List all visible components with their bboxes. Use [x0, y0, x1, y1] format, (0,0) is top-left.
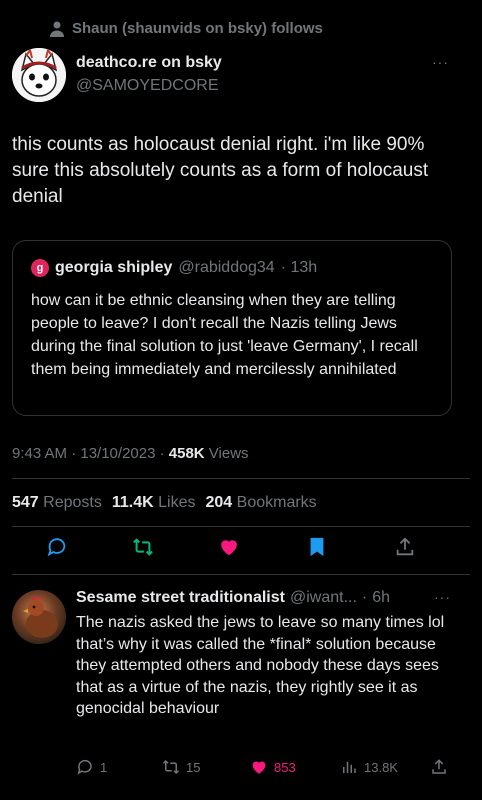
- reply-views-count: 13.8K: [364, 759, 398, 775]
- reply-time[interactable]: 6h: [372, 589, 390, 607]
- more-options-icon[interactable]: ···: [432, 54, 449, 70]
- reply-reposts-count: 15: [186, 759, 201, 775]
- person-icon: [50, 21, 64, 37]
- divider: [12, 526, 470, 527]
- reply-share-button[interactable]: [430, 758, 448, 776]
- reply-button[interactable]: [46, 536, 70, 560]
- repost-button[interactable]: [132, 536, 156, 560]
- heart-icon: [221, 540, 237, 556]
- rooster-avatar-icon: [23, 597, 58, 638]
- reply-reply-button[interactable]: 1: [76, 758, 107, 776]
- bookmarks-stat[interactable]: 204 Bookmarks: [205, 494, 316, 512]
- views-bar-icon: [343, 761, 356, 773]
- quoted-time: · 13h: [280, 259, 318, 276]
- reply-views-button[interactable]: 13.8K: [340, 758, 398, 776]
- reply-icon: [77, 759, 92, 775]
- repost-icon: [133, 538, 153, 556]
- views-count: 458K: [168, 445, 205, 462]
- tweet-stats: 547 Reposts 11.4K Likes 204 Bookmarks: [12, 494, 317, 512]
- reply-like-button[interactable]: 853: [250, 758, 296, 776]
- reposts-count: 547: [12, 494, 39, 511]
- tweet-text: this counts as holocaust denial right. i…: [12, 134, 429, 207]
- heart-icon: [252, 761, 266, 774]
- samoyed-avatar-icon: [12, 48, 66, 102]
- quoted-tweet[interactable]: g georgia shipley @rabiddog34 · 13h how …: [12, 240, 452, 416]
- share-icon: [396, 537, 414, 556]
- bookmarks-count: 204: [205, 494, 233, 511]
- reply-dot: ·: [361, 589, 368, 606]
- reply-actions: 1 15 853 13.8K: [0, 758, 482, 782]
- tweet-timestamp[interactable]: 9:43 AM · 13/10/2023 ·: [12, 445, 169, 462]
- bookmark-button[interactable]: [306, 536, 330, 560]
- reply-author-name[interactable]: Sesame street traditionalist: [76, 589, 285, 607]
- tweet-meta: 9:43 AM · 13/10/2023 · 458K Views: [12, 445, 249, 462]
- author-name[interactable]: deathco.re on bsky: [76, 54, 222, 72]
- author-handle[interactable]: @SAMOYEDCORE: [76, 77, 222, 95]
- repost-icon: [162, 759, 180, 775]
- views-label: Views: [204, 445, 249, 462]
- share-icon: [432, 759, 446, 774]
- quoted-avatar: g: [31, 259, 49, 277]
- tweet-actions: [0, 536, 482, 564]
- reply-author-handle[interactable]: @iwant...: [290, 589, 357, 607]
- reply-header: Sesame street traditionalist @iwant... ·…: [76, 589, 390, 607]
- reply-more-options-icon[interactable]: ···: [434, 589, 451, 605]
- reply-avatar[interactable]: [12, 590, 66, 644]
- quoted-tweet-text: how can it be ethnic cleansing when they…: [31, 292, 418, 378]
- like-button[interactable]: [218, 536, 242, 560]
- reposts-label: Reposts: [43, 494, 102, 511]
- divider: [12, 478, 470, 479]
- social-context[interactable]: Shaun (shaunvids on bsky) follows: [50, 20, 323, 37]
- quoted-tweet-header: g georgia shipley @rabiddog34 · 13h: [31, 259, 317, 277]
- social-context-text: Shaun (shaunvids on bsky) follows: [72, 20, 323, 37]
- reply-replies-count: 1: [100, 759, 108, 775]
- quoted-author-handle: @rabiddog34: [178, 259, 275, 276]
- reply-likes-count: 853: [274, 759, 296, 775]
- reposts-stat[interactable]: 547 Reposts: [12, 494, 102, 512]
- likes-count: 11.4K: [111, 494, 154, 511]
- share-button[interactable]: [394, 536, 418, 560]
- likes-label: Likes: [158, 494, 196, 511]
- tweet-author[interactable]: deathco.re on bsky @SAMOYEDCORE: [76, 54, 222, 95]
- likes-stat[interactable]: 11.4K Likes: [112, 494, 196, 512]
- bookmarks-label: Bookmarks: [236, 494, 317, 511]
- reply-text: The nazis asked the jews to leave so man…: [76, 614, 445, 717]
- divider: [12, 574, 470, 575]
- avatar[interactable]: [12, 48, 66, 102]
- reply-repost-button[interactable]: 15: [162, 758, 200, 776]
- reply-icon: [47, 538, 66, 557]
- bookmark-icon: [310, 537, 324, 557]
- quoted-author-name: georgia shipley: [55, 259, 173, 276]
